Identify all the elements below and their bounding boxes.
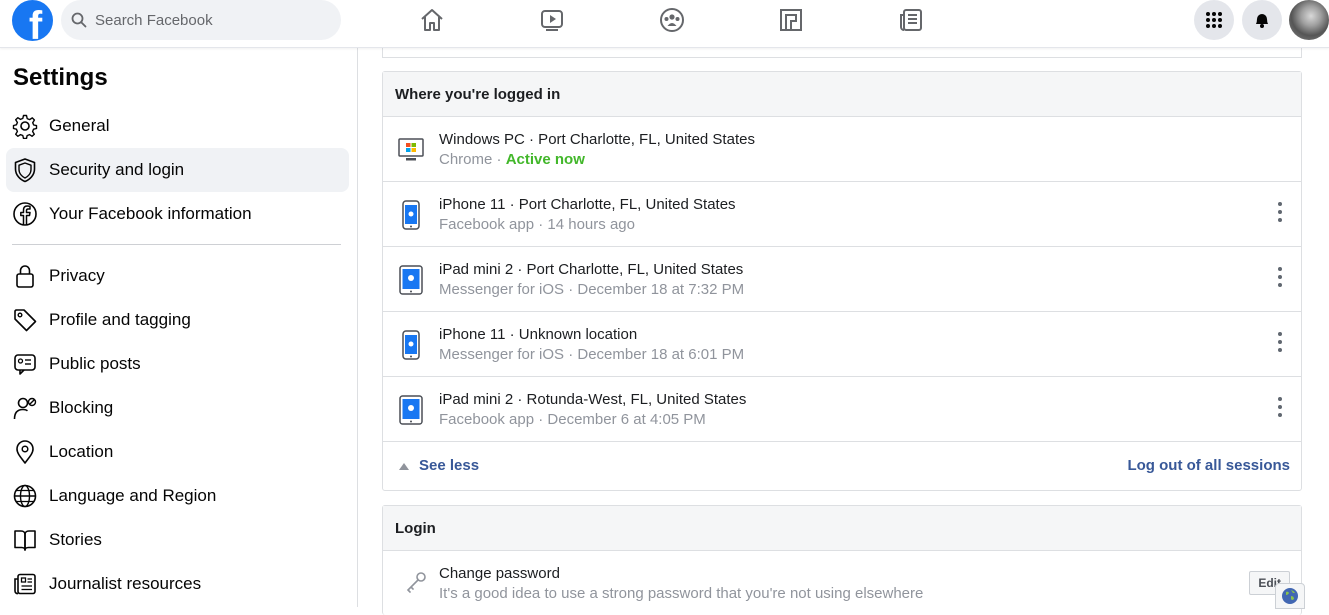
sidebar-item-general[interactable]: General bbox=[6, 104, 349, 148]
more-options-icon[interactable] bbox=[1277, 332, 1283, 352]
notifications-bell-icon[interactable] bbox=[1242, 0, 1282, 40]
profile-avatar[interactable] bbox=[1289, 0, 1329, 40]
session-row: iPad mini 2 · Port Charlotte, FL, United… bbox=[383, 247, 1301, 312]
sidebar-item-label: Location bbox=[49, 442, 114, 461]
session-row: iPhone 11 · Unknown location Messenger f… bbox=[383, 312, 1301, 377]
sidebar-item-facebook-information[interactable]: Your Facebook information bbox=[6, 192, 349, 236]
ipad-icon bbox=[397, 395, 425, 425]
search-icon bbox=[71, 12, 87, 28]
tag-icon bbox=[12, 307, 38, 333]
caret-up-icon bbox=[399, 462, 409, 470]
sessions-card-title: Where you're logged in bbox=[383, 72, 1301, 117]
session-details: Messenger for iOS · December 18 at 6:01 … bbox=[439, 346, 745, 363]
shield-icon bbox=[12, 157, 38, 183]
iphone-icon bbox=[397, 200, 425, 230]
news-icon[interactable] bbox=[896, 6, 926, 34]
location-pin-icon bbox=[12, 439, 38, 465]
sidebar-item-label: Language and Region bbox=[49, 486, 217, 505]
session-device: iPhone 11 · Port Charlotte, FL, United S… bbox=[439, 196, 736, 213]
sidebar-item-blocking[interactable]: Blocking bbox=[6, 386, 349, 430]
session-row: Windows PC · Port Charlotte, FL, United … bbox=[383, 117, 1301, 182]
session-device: Windows PC · Port Charlotte, FL, United … bbox=[439, 131, 755, 148]
login-card-title: Login bbox=[383, 506, 1301, 551]
active-now-status: Active now bbox=[505, 151, 585, 168]
public-posts-icon bbox=[12, 351, 38, 377]
previous-card-edge bbox=[382, 48, 1302, 58]
menu-grid-icon[interactable] bbox=[1194, 0, 1234, 40]
session-row: iPhone 11 · Port Charlotte, FL, United S… bbox=[383, 182, 1301, 247]
sidebar-item-label: Security and login bbox=[49, 160, 185, 179]
newspaper-icon bbox=[12, 571, 38, 597]
sidebar-item-label: Public posts bbox=[49, 354, 141, 373]
see-less-link[interactable]: See less bbox=[399, 457, 479, 474]
book-icon bbox=[12, 527, 38, 553]
change-password-title: Change password bbox=[439, 565, 560, 582]
search-input[interactable] bbox=[95, 11, 315, 29]
log-out-all-sessions-link[interactable]: Log out of all sessions bbox=[1127, 457, 1290, 474]
sessions-card: Where you're logged in Windows PC · Port… bbox=[382, 71, 1302, 491]
settings-sidebar: Settings General Security and login Your… bbox=[0, 48, 358, 607]
top-navigation-bar: f bbox=[0, 0, 1329, 48]
facebook-logo-icon[interactable]: f bbox=[12, 0, 53, 41]
session-details: Facebook app · December 6 at 4:05 PM bbox=[439, 411, 706, 428]
session-device: iPad mini 2 · Port Charlotte, FL, United… bbox=[439, 261, 744, 278]
key-icon bbox=[406, 572, 426, 593]
sidebar-item-privacy[interactable]: Privacy bbox=[6, 254, 349, 298]
sidebar-item-public-posts[interactable]: Public posts bbox=[6, 342, 349, 386]
session-device: iPhone 11 · Unknown location bbox=[439, 326, 638, 343]
session-details: Chrome · Active now bbox=[439, 151, 585, 168]
groups-icon[interactable] bbox=[657, 6, 687, 34]
windows-pc-icon bbox=[397, 135, 425, 165]
session-device: iPad mini 2 · Rotunda-West, FL, United S… bbox=[439, 391, 747, 408]
home-icon[interactable] bbox=[417, 6, 447, 34]
more-options-icon[interactable] bbox=[1277, 397, 1283, 417]
session-details: Messenger for iOS · December 18 at 7:32 … bbox=[439, 281, 745, 298]
session-details: Facebook app · 14 hours ago bbox=[439, 216, 635, 233]
language-globe-icon[interactable] bbox=[1275, 583, 1305, 609]
lock-icon bbox=[12, 263, 38, 289]
sidebar-item-label: Profile and tagging bbox=[49, 310, 191, 329]
gear-icon bbox=[12, 113, 38, 139]
sidebar-item-label: Your Facebook information bbox=[49, 204, 252, 223]
sidebar-item-label: Blocking bbox=[49, 398, 114, 417]
more-options-icon[interactable] bbox=[1277, 202, 1283, 222]
sidebar-item-location[interactable]: Location bbox=[6, 430, 349, 474]
sidebar-item-label: General bbox=[49, 116, 110, 135]
sidebar-item-label: Journalist resources bbox=[49, 574, 202, 593]
facebook-circle-icon bbox=[12, 201, 38, 227]
change-password-description: It's a good idea to use a strong passwor… bbox=[439, 585, 924, 602]
change-password-row[interactable]: Change password It's a good idea to use … bbox=[383, 551, 1301, 611]
sessions-card-footer: See less Log out of all sessions bbox=[383, 442, 1301, 490]
blocking-icon bbox=[12, 395, 38, 421]
sidebar-item-label: Privacy bbox=[49, 266, 105, 285]
ipad-icon bbox=[397, 265, 425, 295]
sidebar-divider bbox=[12, 244, 341, 245]
login-card: Login Change password It's a good idea t… bbox=[382, 505, 1302, 615]
search-box[interactable] bbox=[61, 0, 341, 40]
sidebar-item-security[interactable]: Security and login bbox=[6, 148, 349, 192]
gaming-icon[interactable] bbox=[776, 6, 806, 34]
sidebar-item-label: Stories bbox=[49, 530, 102, 549]
iphone-icon bbox=[397, 330, 425, 360]
watch-icon[interactable] bbox=[537, 6, 567, 34]
globe-icon bbox=[12, 483, 38, 509]
sidebar-item-stories[interactable]: Stories bbox=[6, 518, 349, 562]
sidebar-item-journalist-resources[interactable]: Journalist resources bbox=[6, 562, 349, 606]
sidebar-title: Settings bbox=[13, 64, 108, 91]
more-options-icon[interactable] bbox=[1277, 267, 1283, 287]
sidebar-item-language-region[interactable]: Language and Region bbox=[6, 474, 349, 518]
session-row: iPad mini 2 · Rotunda-West, FL, United S… bbox=[383, 377, 1301, 442]
sidebar-item-profile-tagging[interactable]: Profile and tagging bbox=[6, 298, 349, 342]
settings-main-content: Where you're logged in Windows PC · Port… bbox=[358, 48, 1329, 615]
